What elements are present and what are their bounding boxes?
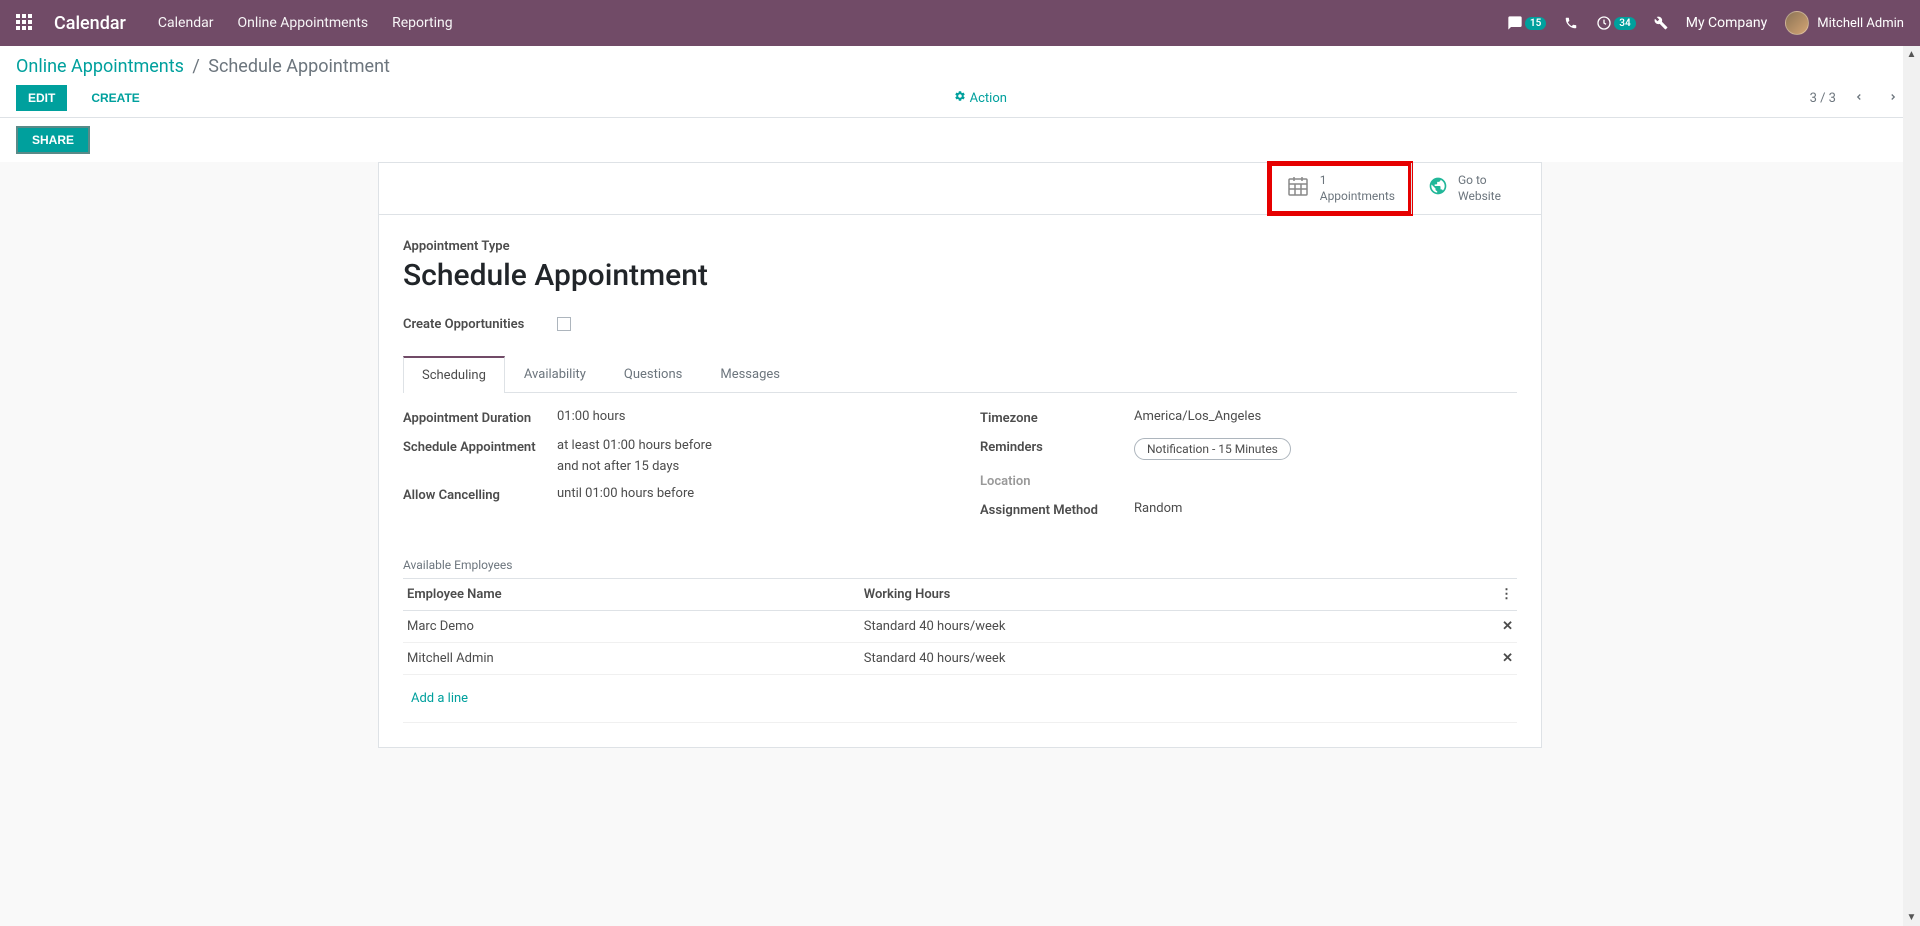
pager-prev[interactable]: [1848, 88, 1870, 109]
globe-icon: [1428, 176, 1448, 202]
right-col: Timezone America/Los_Angeles Reminders N…: [980, 409, 1517, 530]
scroll-down-icon[interactable]: ▼: [1903, 909, 1920, 926]
tab-availability[interactable]: Availability: [505, 356, 605, 392]
pager-next[interactable]: [1882, 88, 1904, 109]
breadcrumb-current: Schedule Appointment: [208, 56, 390, 77]
messages-icon[interactable]: 15: [1507, 15, 1546, 31]
edit-button[interactable]: EDIT: [16, 85, 67, 111]
emp-name: Marc Demo: [403, 611, 860, 643]
timezone-label: Timezone: [980, 409, 1134, 426]
field-create-opportunities: Create Opportunities: [403, 317, 1517, 332]
add-line-link[interactable]: Add a line: [407, 683, 472, 714]
duration-value: 01:00 hours: [557, 409, 625, 426]
form-sheet: 1 Appointments Go to Website Appointment…: [378, 162, 1542, 748]
timezone-value: America/Los_Angeles: [1134, 409, 1261, 426]
col-working-hours[interactable]: Working Hours: [860, 579, 1487, 611]
emp-hours: Standard 40 hours/week: [860, 611, 1487, 643]
location-label: Location: [980, 472, 1134, 489]
cp-right: 3 / 3: [1810, 88, 1904, 109]
emp-hours: Standard 40 hours/week: [860, 643, 1487, 675]
navbar-left: Calendar Calendar Online Appointments Re…: [16, 13, 453, 34]
stat-appointments-count: 1: [1320, 173, 1395, 189]
stat-buttons: 1 Appointments Go to Website: [379, 163, 1541, 215]
schedule-value-1: at least 01:00 hours before: [557, 438, 712, 453]
scroll-up-icon[interactable]: ▲: [1903, 46, 1920, 63]
pager-text[interactable]: 3 / 3: [1810, 91, 1836, 106]
content-wrap: 1 Appointments Go to Website Appointment…: [0, 162, 1920, 788]
tab-scheduling[interactable]: Scheduling: [403, 356, 505, 393]
control-panel: Online Appointments / Schedule Appointme…: [0, 46, 1920, 118]
cancel-label: Allow Cancelling: [403, 486, 557, 503]
user-name: Mitchell Admin: [1817, 16, 1904, 31]
action-dropdown[interactable]: Action: [954, 91, 1007, 106]
create-button[interactable]: CREATE: [79, 85, 151, 111]
col-employee-name[interactable]: Employee Name: [403, 579, 860, 611]
stat-website[interactable]: Go to Website: [1411, 163, 1541, 214]
control-panel-row: EDIT CREATE Action 3 / 3: [16, 85, 1904, 117]
reminders-tag[interactable]: Notification - 15 Minutes: [1134, 438, 1291, 460]
stat-website-line1: Go to: [1458, 173, 1501, 189]
tabs: Scheduling Availability Questions Messag…: [403, 356, 1517, 393]
stat-appointments-text: 1 Appointments: [1320, 173, 1395, 204]
share-button[interactable]: SHARE: [16, 126, 90, 154]
nav-calendar[interactable]: Calendar: [158, 15, 214, 31]
schedule-label: Schedule Appointment: [403, 438, 557, 474]
create-opp-label: Create Opportunities: [403, 317, 557, 332]
activities-icon[interactable]: 34: [1596, 15, 1635, 31]
emp-name: Mitchell Admin: [403, 643, 860, 675]
action-label: Action: [970, 91, 1007, 106]
table-row[interactable]: Marc Demo Standard 40 hours/week ✕: [403, 611, 1517, 643]
nav-menu: Calendar Online Appointments Reporting: [158, 15, 453, 31]
company-selector[interactable]: My Company: [1686, 15, 1768, 31]
schedule-value-2: and not after 15 days: [557, 459, 712, 474]
navbar-right: 15 34 My Company Mitchell Admin: [1507, 11, 1904, 35]
breadcrumb-parent[interactable]: Online Appointments: [16, 56, 184, 77]
stat-website-text: Go to Website: [1458, 173, 1501, 204]
user-menu[interactable]: Mitchell Admin: [1785, 11, 1904, 35]
nav-online-appointments[interactable]: Online Appointments: [237, 15, 368, 31]
duration-label: Appointment Duration: [403, 409, 557, 426]
schedule-value: at least 01:00 hours before and not afte…: [557, 438, 712, 474]
table-row[interactable]: Mitchell Admin Standard 40 hours/week ✕: [403, 643, 1517, 675]
stat-website-line2: Website: [1458, 189, 1501, 205]
nav-reporting[interactable]: Reporting: [392, 15, 453, 31]
scrollbar[interactable]: ▲ ▼: [1903, 46, 1920, 926]
avatar: [1785, 11, 1809, 35]
col-options[interactable]: ⋮: [1487, 579, 1517, 611]
phone-icon[interactable]: [1564, 16, 1578, 30]
employees-table: Employee Name Working Hours ⋮ Marc Demo …: [403, 578, 1517, 723]
tab-questions[interactable]: Questions: [605, 356, 701, 392]
tab-messages[interactable]: Messages: [701, 356, 799, 392]
stat-appointments-label: Appointments: [1320, 189, 1395, 205]
remove-row-icon[interactable]: ✕: [1487, 643, 1517, 675]
cancel-value: until 01:00 hours before: [557, 486, 694, 503]
sheet-body: Appointment Type Schedule Appointment Cr…: [379, 215, 1541, 747]
create-opp-checkbox[interactable]: [557, 317, 571, 331]
activities-badge: 34: [1614, 17, 1635, 30]
breadcrumb: Online Appointments / Schedule Appointme…: [16, 56, 1904, 77]
gear-icon: [954, 90, 966, 106]
cp-center: Action: [152, 90, 1810, 106]
stat-appointments[interactable]: 1 Appointments: [1269, 163, 1411, 214]
left-col: Appointment Duration 01:00 hours Schedul…: [403, 409, 940, 530]
breadcrumb-sep: /: [192, 56, 199, 77]
reminders-label: Reminders: [980, 438, 1134, 460]
assignment-label: Assignment Method: [980, 501, 1134, 518]
remove-row-icon[interactable]: ✕: [1487, 611, 1517, 643]
calendar-icon: [1286, 174, 1310, 204]
page-title: Schedule Appointment: [403, 258, 1517, 293]
debug-icon[interactable]: [1654, 16, 1668, 30]
apps-icon[interactable]: [16, 14, 34, 32]
scheduling-content: Appointment Duration 01:00 hours Schedul…: [403, 409, 1517, 530]
assignment-value: Random: [1134, 501, 1182, 518]
cp-left: EDIT CREATE: [16, 85, 152, 111]
top-navbar: Calendar Calendar Online Appointments Re…: [0, 0, 1920, 46]
share-bar: SHARE: [0, 118, 1920, 162]
appointment-type-label: Appointment Type: [403, 239, 1517, 254]
messages-badge: 15: [1525, 17, 1546, 30]
available-employees-title: Available Employees: [403, 558, 1517, 572]
brand-title[interactable]: Calendar: [54, 13, 126, 34]
